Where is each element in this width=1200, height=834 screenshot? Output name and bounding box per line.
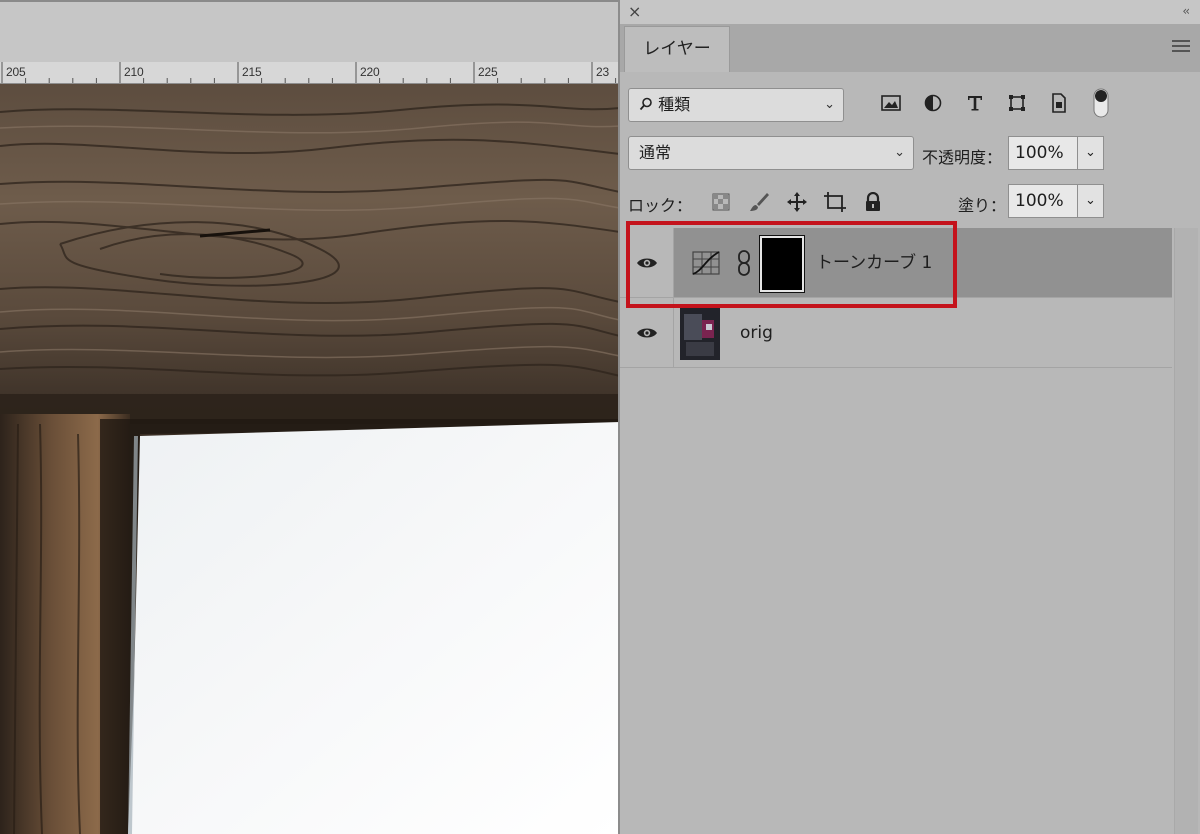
ruler-ticks — [1, 62, 617, 83]
layer-row-orig[interactable]: orig — [620, 298, 1172, 368]
canvas-image — [0, 84, 620, 834]
filter-kind-value: 種類 — [658, 95, 691, 114]
lock-label: ロック： — [628, 196, 693, 215]
layer-list-scrollbar[interactable] — [1174, 228, 1198, 834]
panel-body: 種類 ⌄ 通常 ⌄ 不透明度： 100% ⌄ ロック： 塗り： 100% ⌄ — [620, 72, 1200, 834]
ruler-label: 205 — [6, 65, 26, 79]
ruler-label: 220 — [360, 65, 380, 79]
eye-icon — [636, 258, 657, 267]
fill-input[interactable]: 100% — [1008, 184, 1078, 218]
link-chain-icon[interactable] — [736, 250, 752, 276]
ruler-label: 23 — [596, 65, 609, 79]
layer-list: トーンカーブ 1 orig — [620, 228, 1172, 368]
lock-all-icon[interactable] — [854, 190, 892, 214]
blend-mode-dropdown[interactable]: 通常 ⌄ — [628, 136, 914, 170]
adjustment-filter-icon[interactable] — [912, 88, 954, 118]
curves-adjustment-icon — [692, 251, 720, 275]
ruler-label: 225 — [478, 65, 498, 79]
search-icon — [639, 97, 652, 111]
collapse-icon[interactable]: ‹‹ — [1182, 4, 1189, 18]
document-canvas[interactable] — [0, 84, 620, 834]
lock-icons — [702, 190, 892, 214]
visibility-toggle[interactable] — [620, 298, 674, 367]
opacity-label: 不透明度： — [922, 148, 1003, 167]
document-tab-bar — [0, 0, 620, 62]
fill-label: 塗り： — [958, 196, 1007, 215]
filter-kind-dropdown[interactable]: 種類 ⌄ — [628, 88, 844, 122]
filter-icons — [870, 88, 1122, 118]
opacity-chevron-icon[interactable]: ⌄ — [1078, 136, 1104, 170]
layer-name[interactable]: orig — [740, 298, 773, 368]
lock-image-pixels-icon[interactable] — [740, 190, 778, 214]
blend-mode-value: 通常 — [639, 143, 672, 162]
layer-image-thumbnail[interactable] — [680, 306, 720, 360]
layers-panel: × ‹‹ レイヤー 種類 ⌄ 通常 ⌄ 不透明度： 100% ⌄ ロック： 塗り… — [618, 0, 1200, 834]
filter-toggle-icon[interactable] — [1080, 88, 1122, 118]
eye-icon — [636, 328, 657, 337]
fill-chevron-icon[interactable]: ⌄ — [1078, 184, 1104, 218]
horizontal-ruler: 205 210 215 220 225 23 — [0, 62, 620, 84]
lock-artboard-icon[interactable] — [816, 190, 854, 214]
opacity-input[interactable]: 100% — [1008, 136, 1078, 170]
lock-position-icon[interactable] — [778, 190, 816, 214]
tab-layers[interactable]: レイヤー — [624, 26, 730, 72]
image-filter-icon[interactable] — [870, 88, 912, 118]
layer-name[interactable]: トーンカーブ 1 — [816, 228, 932, 298]
ruler-label: 210 — [124, 65, 144, 79]
chevron-down-icon: ⌄ — [824, 97, 835, 112]
smart-object-filter-icon[interactable] — [1038, 88, 1080, 118]
close-icon[interactable]: × — [628, 2, 641, 21]
shape-filter-icon[interactable] — [996, 88, 1038, 118]
visibility-toggle[interactable] — [620, 228, 674, 297]
panel-menu-icon[interactable] — [1172, 40, 1190, 54]
type-filter-icon[interactable] — [954, 88, 996, 118]
layer-row-curves[interactable]: トーンカーブ 1 — [620, 228, 1172, 298]
panel-titlebar: × ‹‹ — [620, 0, 1200, 24]
lock-transparent-pixels-icon[interactable] — [702, 190, 740, 214]
panel-tab-row: レイヤー — [620, 24, 1200, 72]
ruler-label: 215 — [242, 65, 262, 79]
chevron-down-icon: ⌄ — [894, 145, 905, 160]
layer-mask-thumbnail[interactable] — [759, 235, 805, 293]
